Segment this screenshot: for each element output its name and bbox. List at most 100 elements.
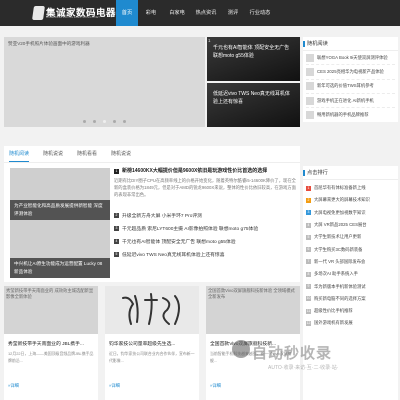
lead-article-title[interactable]: 新榜14600KX大幅提价但是9600X依旧是玩游戏性价比首选的选择 xyxy=(122,167,267,175)
sidebar-recent-item[interactable]: 新年可选的价值TWS耳机参考 xyxy=(306,80,395,94)
sidebar-item-label[interactable]: 新年可选的价值TWS耳机参考 xyxy=(317,83,374,89)
image-caption[interactable]: 中兴机让AI原生功能成为运营配置 Lucky 08新品体验 xyxy=(10,258,110,278)
card-title[interactable]: 秀莹新技带手天南面业的 JBL携手... xyxy=(8,340,94,347)
sidebar-item-label[interactable]: 畅用新机器的手机品牌推荐 xyxy=(317,112,369,118)
sidebar-hot-title: 点击排行 xyxy=(303,166,398,180)
rank-badge: 3 xyxy=(306,210,311,216)
list-item[interactable]: 2 升级全新方舟大屏 小米手环7 Pro评测 xyxy=(114,209,297,222)
card-title[interactable]: 钧华家技公司量率超级先生选... xyxy=(109,340,195,347)
slider-dot[interactable] xyxy=(93,120,96,123)
nav-item-hot-news[interactable]: 热点资讯 xyxy=(190,0,222,26)
nav-item-appliances[interactable]: 白家电 xyxy=(164,0,190,26)
hot-item[interactable]: 2 大屏幕来更大的屏幕技术知识 xyxy=(306,194,395,206)
watermark-subtext: AUTO·收录·来访·互·二·收录·站· xyxy=(268,365,339,371)
calligraphy-image xyxy=(122,293,180,325)
rank-badge: 11 xyxy=(306,308,311,314)
hot-item-label[interactable]: 大学生购买3C数码新装备 xyxy=(314,247,362,253)
site-logo[interactable]: 集诚家数码电器网 JICHENGJIA DIGITAL ELECTRONICS … xyxy=(32,5,126,22)
rank-badge: 12 xyxy=(306,320,311,326)
tabbed-articles-panel: 随机阅读 随机说说 随机看看 随机说说 中兴机让AI原生功能成为运营配置 Luc… xyxy=(4,146,300,282)
hot-item[interactable]: 10 购买新电脑不同的选择方案 xyxy=(306,293,395,305)
list-item-title[interactable]: 低延迟vivo TWS Neo真无线耳机体验上还有惊喜 xyxy=(122,251,225,258)
card-summary: 12月22日，上海——美国顶级音频品牌JBL携手品牌前沿... xyxy=(8,351,94,363)
tab-random-read[interactable]: 随机阅读 xyxy=(9,146,30,162)
card-more-link[interactable]: »详细 xyxy=(109,383,120,389)
slider-dot[interactable] xyxy=(113,120,116,123)
rank-badge: 2 xyxy=(114,213,119,218)
card-more-link[interactable]: »详细 xyxy=(210,383,221,389)
rank-badge: 7 xyxy=(306,259,311,265)
card-image[interactable] xyxy=(105,286,199,334)
image-caption[interactable]: 为产业智能化和高品质发展提供新智能 深度评测体验 xyxy=(10,200,110,220)
hot-item-label[interactable]: 超级性价比手机推荐 xyxy=(314,308,353,314)
card-more-link[interactable]: »详细 xyxy=(8,383,19,389)
sidebar-recent-item[interactable]: 联想YOGA Book 9i天使双屏测评体验 xyxy=(306,51,395,66)
article-card[interactable]: 秀莹新技带手天南面业的 成效效主城选配新显影像全新体验 秀莹新技带手天南面业的 … xyxy=(4,286,98,400)
slider-dot-active[interactable] xyxy=(103,120,106,123)
hot-item-label[interactable]: 大学生新技术让用户更新 xyxy=(314,234,361,240)
hot-item[interactable]: 11 超级性价比手机推荐 xyxy=(306,305,395,317)
panel-feature-image[interactable]: 中兴机让AI原生功能成为运营配置 Lucky 08新品体验 为产业智能化和高品质… xyxy=(10,168,110,278)
tab-random-look[interactable]: 随机看看 xyxy=(77,146,97,162)
hot-item[interactable]: 4 大屏 VR新品2025 CES展台 xyxy=(306,219,395,231)
hot-item[interactable]: 12 国外游戏机有新发展 xyxy=(306,317,395,329)
card-image[interactable]: 全国首款Vivo双屏旗舰科技新体验 全领域模式全新发布 xyxy=(206,286,300,334)
tab-random-talk-2[interactable]: 随机说说 xyxy=(111,146,131,162)
hot-item[interactable]: 8 多场次AI 助手系统入手 xyxy=(306,268,395,280)
tile-image-alt: 1 xyxy=(208,38,211,43)
tile-title[interactable]: 千元也有AI智能体 顶配安全无广告 联想moto g55体验 xyxy=(213,44,294,60)
tab-random-talk[interactable]: 随机说说 xyxy=(43,146,63,162)
featured-slider[interactable]: 赞亚V20手机照片体验画面中的游戏利器 xyxy=(4,37,205,127)
hot-item-label[interactable]: 大屏 VR新品2025 CES展台 xyxy=(314,222,367,228)
featured-tile[interactable]: 1 千元也有AI智能体 顶配安全无广告 联想moto g55体验 xyxy=(207,37,300,81)
thumbnail xyxy=(306,96,314,105)
rank-badge: 3 xyxy=(114,226,119,231)
hot-item-label[interactable]: 首屈华有有体标准备新上线 xyxy=(314,185,366,191)
hot-item[interactable]: 7 新一代 VR 头部国际发布会 xyxy=(306,256,395,268)
hot-item-label[interactable]: 多场次AI 助手系统入手 xyxy=(314,271,358,277)
featured-tile[interactable]: 低延迟vivo TWS Neo真无线耳机体验上还有惊喜 xyxy=(207,83,300,127)
top-header: 集诚家数码电器网 JICHENGJIA DIGITAL ELECTRONICS … xyxy=(0,0,400,26)
tile-title[interactable]: 低延迟vivo TWS Neo真无线耳机体验上还有惊喜 xyxy=(213,90,294,106)
hot-item-label[interactable]: 华为新版本手机新体验测试 xyxy=(314,284,366,290)
sidebar-recent-item[interactable]: 游戏手机正在进化 AI新机手机 xyxy=(306,94,395,109)
sidebar-item-label[interactable]: 游戏手机正在进化 AI新机手机 xyxy=(317,98,374,104)
list-item[interactable]: 5 低延迟vivo TWS Neo真无线耳机体验上还有惊喜 xyxy=(114,248,297,261)
nav-item-tv[interactable]: 彩电 xyxy=(138,0,164,26)
hot-item-label[interactable]: 国外游戏机有新发展 xyxy=(314,320,353,326)
panel-tabs: 随机阅读 随机说说 随机看看 随机说说 xyxy=(4,146,300,163)
list-item-title[interactable]: 千元也有AI智能体 顶配安全无广告 联想moto g55体验 xyxy=(122,238,236,245)
rank-badge: 5 xyxy=(114,252,119,257)
site-subtitle: JICHENGJIA DIGITAL ELECTRONICS NET xyxy=(46,16,100,19)
article-card[interactable]: 钧华家技公司量率超级先生选... 近日，钧华家技公司联合业内合作伙伴，宣布新一代… xyxy=(105,286,199,400)
sidebar-recent-item[interactable]: CES 2025亮相华为电视新产品体验 xyxy=(306,65,395,80)
panel-article-list: 1 新榜14600KX大幅提价但是9600X依旧是玩游戏性价比首选的选择 近期有… xyxy=(114,167,297,261)
thumbnail xyxy=(306,53,314,62)
list-item[interactable]: 4 千元也有AI智能体 顶配安全无广告 联想moto g55体验 xyxy=(114,235,297,248)
sidebar-recent-item[interactable]: 畅用新机器的手机品牌推荐 xyxy=(306,108,395,122)
featured-tiles: 1 千元也有AI智能体 顶配安全无广告 联想moto g55体验 低延迟vivo… xyxy=(207,37,300,129)
hot-item[interactable]: 1 首屈华有有体标准备新上线 xyxy=(306,182,395,194)
list-item[interactable]: 3 千元超品质 索尼LYT600主摄 AI影像拍照体验 联想moto g75体验 xyxy=(114,222,297,235)
sidebar-item-label[interactable]: CES 2025亮相华为电视新产品体验 xyxy=(317,69,384,75)
thumbnail xyxy=(306,67,314,76)
slider-dot[interactable] xyxy=(123,120,126,123)
hot-item-label[interactable]: 大屏电视免更加视数字知识 xyxy=(314,210,366,216)
hot-item[interactable]: 6 大学生购买3C数码新装备 xyxy=(306,243,395,255)
list-item-title[interactable]: 升级全新方舟大屏 小米手环7 Pro评测 xyxy=(122,212,202,219)
hot-item[interactable]: 5 大学生新技术让用户更新 xyxy=(306,231,395,243)
hot-item-label[interactable]: 新一代 VR 头部国际发布会 xyxy=(314,259,365,265)
nav-item-industry[interactable]: 行业动态 xyxy=(244,0,276,26)
nav-item-home[interactable]: 首页 xyxy=(116,0,138,26)
hot-item-label[interactable]: 大屏幕来更大的屏幕技术知识 xyxy=(314,197,370,203)
nav-item-reviews[interactable]: 测评 xyxy=(222,0,244,26)
hot-item-label[interactable]: 购买新电脑不同的选择方案 xyxy=(314,296,366,302)
slider-image-alt: 赞亚V20手机照片体验画面中的游戏利器 xyxy=(8,41,90,46)
rank-badge: 9 xyxy=(306,284,311,290)
slider-dot[interactable] xyxy=(83,120,86,123)
card-image[interactable]: 秀莹新技带手天南面业的 成效效主城选配新显影像全新体验 xyxy=(4,286,98,334)
hot-item[interactable]: 3 大屏电视免更加视数字知识 xyxy=(306,207,395,219)
hot-item[interactable]: 9 华为新版本手机新体验测试 xyxy=(306,280,395,292)
list-item-title[interactable]: 千元超品质 索尼LYT600主摄 AI影像拍照体验 联想moto g75体验 xyxy=(122,225,258,232)
sidebar-item-label[interactable]: 联想YOGA Book 9i天使双屏测评体验 xyxy=(317,55,388,61)
